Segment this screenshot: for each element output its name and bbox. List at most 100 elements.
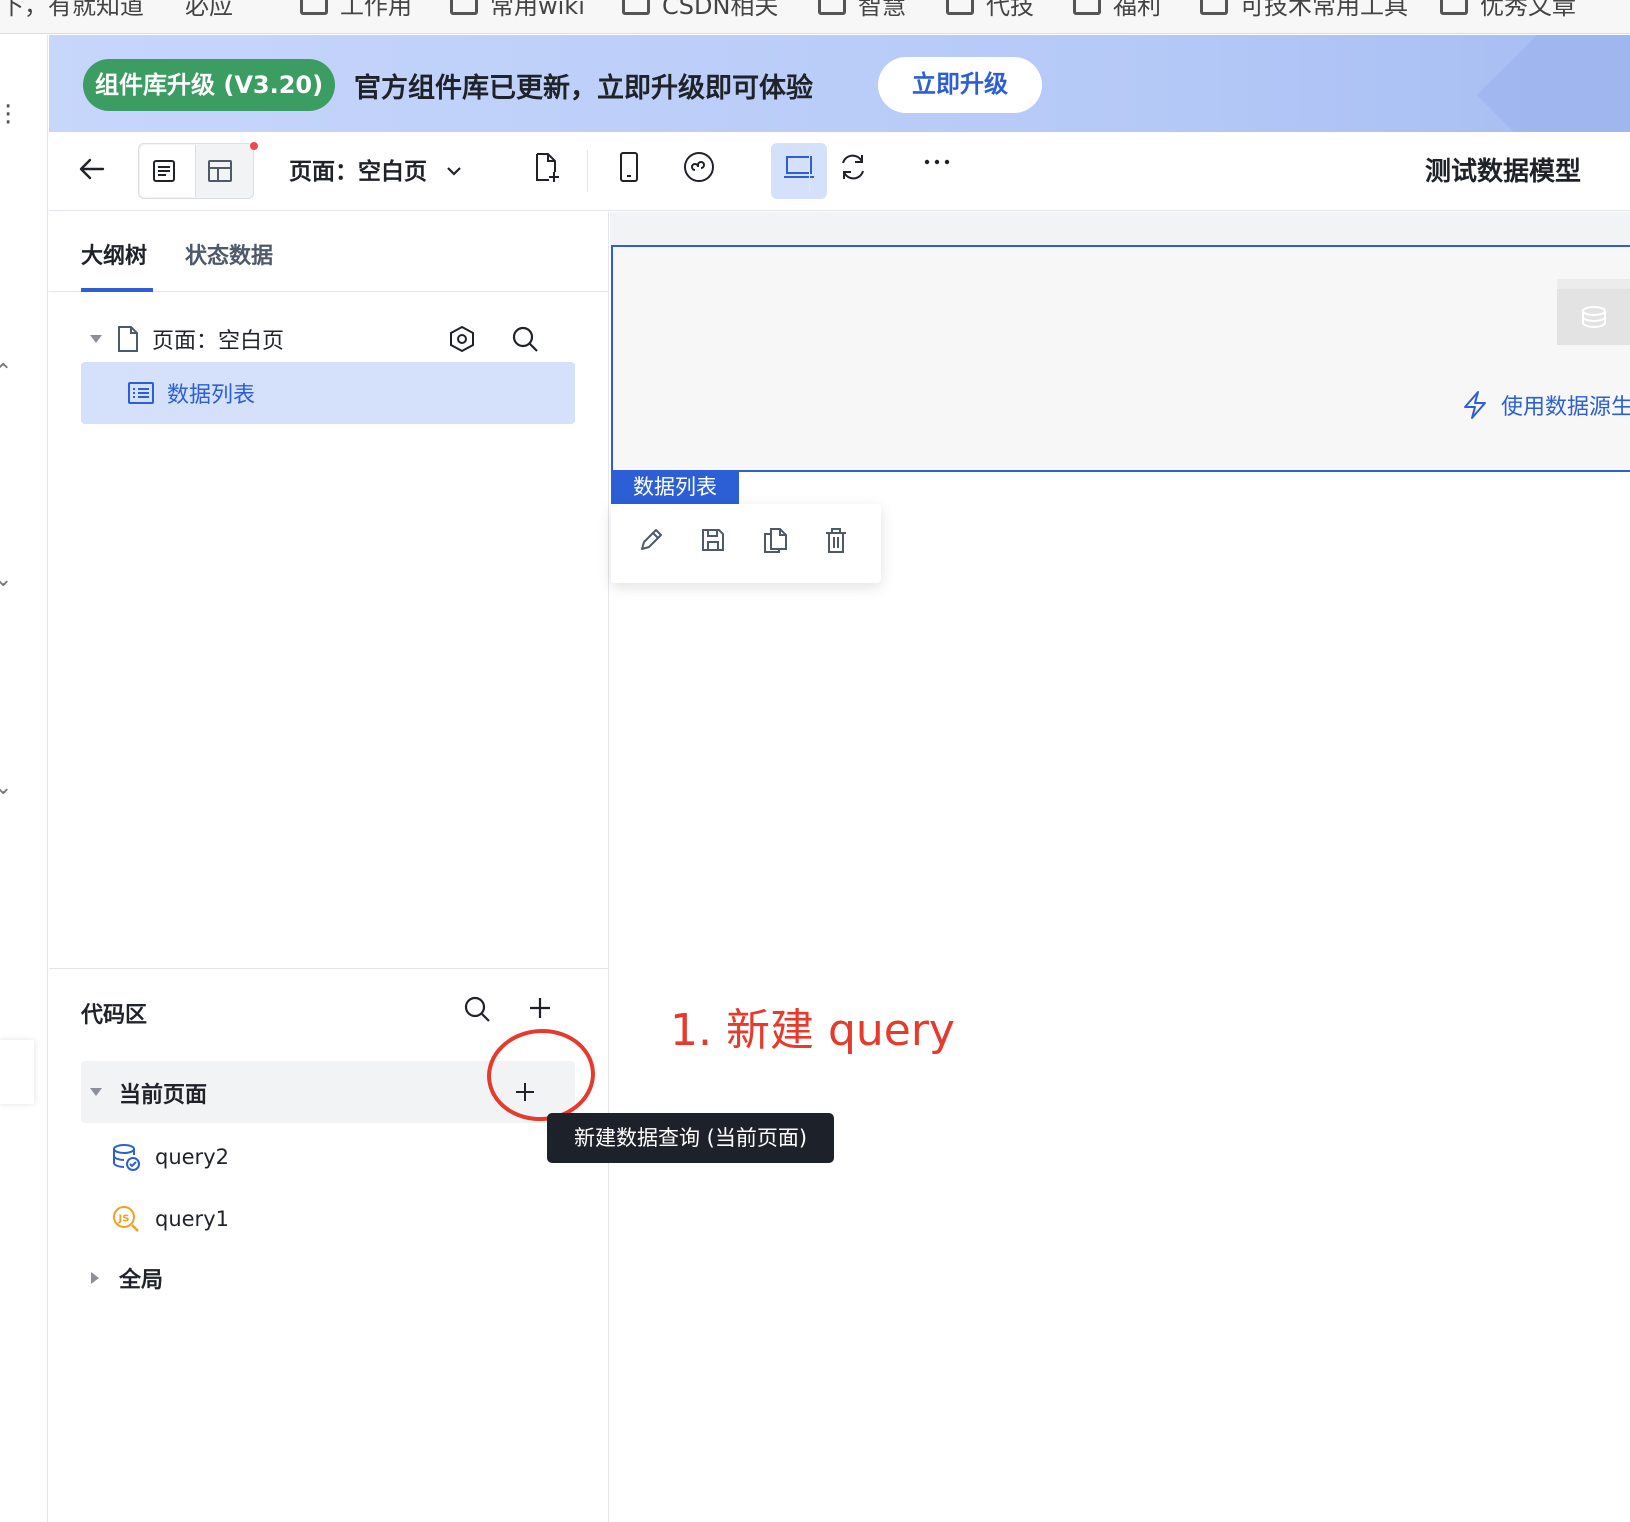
banner-decoration xyxy=(1476,35,1630,132)
more-vertical-icon[interactable]: · · · xyxy=(4,94,12,136)
bookmark-folder[interactable]: CSDN相关 xyxy=(622,0,778,21)
folder-icon xyxy=(1073,0,1101,15)
use-datasource-link[interactable]: 使用数据源生 xyxy=(1461,389,1630,421)
caret-down-icon[interactable] xyxy=(90,335,102,343)
bookmark-folder[interactable]: 智慧 xyxy=(818,0,906,21)
active-tab-indicator xyxy=(81,288,153,292)
bookmark-label: 优秀文章 xyxy=(1480,0,1576,20)
database-query-icon xyxy=(111,1142,141,1172)
caret-right-icon[interactable] xyxy=(91,1272,99,1284)
tree-page-node[interactable]: 页面：空白页 xyxy=(81,308,575,370)
copy-icon[interactable] xyxy=(761,526,789,558)
bookmark-folder[interactable]: 工作用 xyxy=(300,0,412,21)
file-icon xyxy=(116,325,140,353)
refresh-icon[interactable] xyxy=(837,151,869,183)
folder-icon xyxy=(622,0,650,15)
notification-dot xyxy=(250,142,258,150)
tree-component-node[interactable]: 数据列表 xyxy=(81,362,575,424)
caret-down-icon[interactable] xyxy=(90,1088,102,1096)
new-query-tooltip: 新建数据查询 (当前页面) xyxy=(547,1113,834,1163)
browser-bookmarks-bar: 下，有就知道 必应 工作用 常用wiki CSDN相关 智慧 代技 福利 可技术… xyxy=(0,0,1630,34)
app-title: 测试数据模型 xyxy=(1425,157,1582,187)
editor-toolbar: 页面：空白页 测试数据模型 xyxy=(49,132,1630,211)
svg-text:JS: JS xyxy=(118,1214,130,1225)
laptop-icon xyxy=(782,152,816,182)
add-icon[interactable] xyxy=(527,995,553,1025)
query-name: query2 xyxy=(155,1145,229,1169)
folder-icon xyxy=(1200,0,1228,15)
bookmark-label: 代技 xyxy=(986,0,1034,20)
chevron-up-icon[interactable]: ⌃ xyxy=(0,360,12,385)
use-datasource-text: 使用数据源生 xyxy=(1501,395,1630,420)
upgrade-now-button[interactable]: 立即升级 xyxy=(878,57,1042,113)
chevron-down-icon xyxy=(445,157,463,183)
data-list-component[interactable]: 使用数据源生 xyxy=(611,245,1630,472)
bookmark-folder[interactable]: 代技 xyxy=(946,0,1034,21)
list-icon xyxy=(127,381,155,405)
tab-state-data[interactable]: 状态数据 xyxy=(185,238,273,270)
more-horizontal-icon[interactable] xyxy=(922,157,952,167)
database-placeholder-icon xyxy=(1557,279,1630,345)
upgrade-banner: 组件库升级 (V3.20) 官方组件库已更新，立即升级即可体验 立即升级 xyxy=(49,35,1630,132)
layout-grid-icon[interactable] xyxy=(206,157,234,185)
edit-pencil-icon[interactable] xyxy=(637,526,665,558)
bookmark-folder[interactable]: 福利 xyxy=(1073,0,1161,21)
global-group-label: 全局 xyxy=(119,1268,164,1293)
canvas-top-strip xyxy=(610,212,1630,246)
tab-outline-tree[interactable]: 大纲树 xyxy=(81,238,147,270)
selected-component-tag: 数据列表 xyxy=(611,471,739,504)
bookmark-label: 智慧 xyxy=(858,0,906,20)
search-icon[interactable] xyxy=(511,325,539,357)
current-page-group-label: 当前页面 xyxy=(119,1083,208,1108)
page-selector[interactable]: 页面：空白页 xyxy=(289,152,463,186)
bookmark-label: 工作用 xyxy=(340,0,412,20)
bookmark-label: 可技术常用工具 xyxy=(1240,0,1408,20)
save-icon[interactable] xyxy=(699,526,727,558)
bookmark-folder[interactable]: 常用wiki xyxy=(450,0,585,21)
banner-message: 官方组件库已更新，立即升级即可体验 xyxy=(354,73,813,104)
bookmark-folder[interactable]: 优秀文章 xyxy=(1440,0,1576,21)
folder-icon xyxy=(1440,0,1468,15)
annotation-text: 1. 新建 query xyxy=(670,1005,955,1056)
bookmark-item[interactable]: 下，有就知道 xyxy=(0,0,144,21)
search-icon[interactable] xyxy=(463,995,491,1027)
folder-icon xyxy=(300,0,328,15)
mobile-device-icon[interactable] xyxy=(615,151,643,183)
bookmark-label: CSDN相关 xyxy=(662,0,779,20)
bookmark-label: 福利 xyxy=(1113,0,1161,20)
query-item[interactable]: JS query1 xyxy=(111,1199,229,1239)
js-query-icon: JS xyxy=(111,1204,141,1234)
folder-icon xyxy=(946,0,974,15)
mini-program-icon[interactable] xyxy=(682,150,716,184)
add-page-icon[interactable] xyxy=(529,151,561,183)
component-action-bar xyxy=(611,504,881,583)
bookmark-label: 下，有就知道 xyxy=(0,0,144,20)
chevron-down-icon[interactable]: ⌄ xyxy=(0,775,12,800)
back-arrow-icon[interactable] xyxy=(77,154,107,184)
settings-hexagon-icon[interactable] xyxy=(448,325,476,357)
toolbar-divider xyxy=(809,150,810,192)
tree-page-label: 页面：空白页 xyxy=(152,329,285,354)
bookmark-folder[interactable]: 可技术常用工具 xyxy=(1200,0,1408,21)
lightning-icon xyxy=(1461,390,1489,420)
bookmark-label: 必应 xyxy=(185,0,233,20)
global-group[interactable]: 全局 xyxy=(81,1247,575,1309)
query-name: query1 xyxy=(155,1207,229,1231)
gutter-card xyxy=(0,1040,34,1104)
panel-tabs: 大纲树 状态数据 xyxy=(49,212,609,292)
page-document-icon[interactable] xyxy=(150,157,178,185)
chevron-down-icon[interactable]: ⌄ xyxy=(0,567,12,592)
folder-icon xyxy=(450,0,478,15)
left-panel: 大纲树 状态数据 页面：空白页 数据列表 代码区 当前页面 query2 JS … xyxy=(49,212,609,1522)
app-left-gutter: · · · ⌃ ⌄ ⌄ xyxy=(0,35,48,1522)
bookmark-label: 常用wiki xyxy=(490,0,585,20)
tree-component-label: 数据列表 xyxy=(167,383,256,408)
delete-trash-icon[interactable] xyxy=(822,526,850,558)
design-canvas: 使用数据源生 数据列表 xyxy=(610,212,1630,1522)
toolbar-divider xyxy=(587,150,588,192)
bookmark-item[interactable]: 必应 xyxy=(185,0,233,21)
page-selector-label: 页面：空白页 xyxy=(289,159,427,185)
query-item[interactable]: query2 xyxy=(111,1137,229,1177)
code-area-title: 代码区 xyxy=(81,1003,148,1028)
version-badge: 组件库升级 (V3.20) xyxy=(83,59,336,111)
